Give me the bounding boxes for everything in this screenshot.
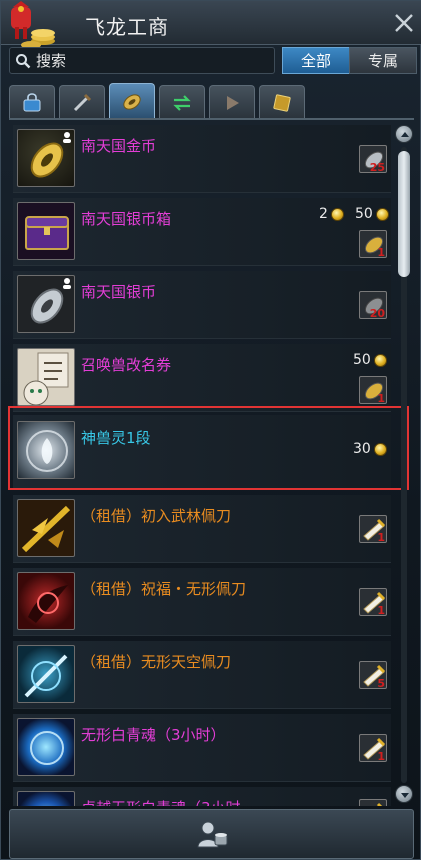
price-value: 50 — [355, 206, 373, 222]
tab-weapon[interactable] — [59, 85, 105, 119]
item-name: （租借）无形天空佩刀 — [81, 653, 232, 671]
copper-coin-cost-icon: 20 — [359, 291, 387, 319]
soul-orb-icon — [17, 718, 75, 776]
gold-coin-cost-icon: 1 — [359, 376, 387, 404]
silver-chest-icon — [17, 202, 75, 260]
chevron-down-icon — [401, 793, 409, 798]
list-item[interactable]: （租借）祝福・无形佩刀 1 — [9, 566, 391, 638]
title-bar[interactable]: 飞龙工商 — [1, 1, 421, 49]
cost-quantity: 1 — [377, 246, 385, 258]
tab-ticket[interactable] — [259, 85, 305, 119]
cost-quantity: 20 — [369, 307, 385, 319]
rename-ticket-icon — [17, 348, 75, 406]
gold-coin-icon — [375, 207, 389, 221]
cost-quantity: 1 — [377, 531, 385, 543]
category-tabs — [9, 83, 309, 119]
blessing-blade-icon — [17, 572, 75, 630]
scroll-voucher-icon: 1 — [359, 588, 387, 616]
exchange-icon — [173, 94, 191, 111]
price-value: 50 — [353, 352, 371, 368]
shop-logo-icon — [5, 1, 65, 53]
weapon-icon — [73, 93, 92, 111]
scrollbar[interactable] — [395, 125, 413, 805]
list-item[interactable]: 南天国金币 25 — [9, 123, 391, 195]
item-name: （租借）祝福・无形佩刀 — [81, 580, 247, 598]
scroll-down-button[interactable] — [395, 785, 413, 803]
gold-coin-icon — [373, 442, 387, 456]
list-item[interactable]: （租借）无形天空佩刀 5 — [9, 639, 391, 711]
tab-currency[interactable] — [109, 83, 155, 119]
list-item[interactable]: 召唤兽改名券 50 1 — [9, 342, 391, 414]
person-icon — [63, 278, 71, 289]
search-box[interactable] — [9, 47, 275, 74]
item-name: 卓越无形白青魂（3小时 — [81, 797, 241, 806]
item-name: 南天国银币箱 — [81, 210, 172, 228]
list-item[interactable]: 南天国银币箱 2 50 1 — [9, 196, 391, 268]
bag-icon — [23, 92, 41, 111]
tab-exchange[interactable] — [159, 85, 205, 119]
scroll-voucher-icon: 1 — [359, 734, 387, 762]
sky-blade-icon — [17, 645, 75, 703]
item-name: 神兽灵1段 — [81, 429, 151, 447]
purchase-button[interactable] — [9, 809, 414, 859]
soul-orb-icon — [17, 791, 75, 806]
item-name: （租借）初入武林佩刀 — [81, 507, 232, 525]
price-value: 2 — [319, 206, 328, 222]
golden-dragon-blade-icon — [17, 499, 75, 557]
scroll-voucher-icon — [359, 799, 387, 806]
close-icon — [395, 14, 413, 32]
tabs-divider — [9, 118, 414, 120]
tab-play[interactable] — [209, 85, 255, 119]
scroll-voucher-icon: 5 — [359, 661, 387, 689]
cost-quantity: 1 — [377, 604, 385, 616]
price-value: 30 — [353, 441, 371, 457]
item-name: 无形白青魂（3小时） — [81, 726, 226, 744]
beast-spirit-icon — [17, 421, 75, 479]
gold-coin-icon — [330, 207, 344, 221]
list-item[interactable]: 无形白青魂（3小时） 1 — [9, 712, 391, 784]
price-silver: 50 — [353, 352, 387, 368]
gold-coin-icon — [17, 129, 75, 187]
ticket-icon — [273, 93, 291, 112]
tab-shop-bag[interactable] — [9, 85, 55, 119]
list-item[interactable]: 卓越无形白青魂（3小时 — [9, 785, 391, 806]
play-icon — [227, 95, 239, 110]
coin-icon — [123, 93, 141, 110]
price-silver: 30 — [353, 441, 387, 457]
silver-coin-icon — [17, 275, 75, 333]
price-gold: 2 — [319, 206, 344, 222]
close-button[interactable] — [392, 11, 416, 35]
silver-coin-cost-icon: 25 — [359, 145, 387, 173]
shop-window: 飞龙工商 全部 专属 — [0, 0, 421, 860]
search-icon — [16, 54, 31, 69]
merchant-icon — [196, 821, 227, 848]
cost-quantity: 25 — [369, 161, 385, 173]
item-name: 南天国金币 — [81, 137, 157, 155]
cost-quantity: 1 — [377, 392, 385, 404]
list-item[interactable]: 南天国银币 20 — [9, 269, 391, 341]
window-title: 飞龙工商 — [85, 15, 169, 39]
scroll-thumb[interactable] — [398, 151, 410, 277]
price-silver: 50 — [355, 206, 389, 222]
list-item-selected[interactable]: 神兽灵1段 30 — [9, 413, 391, 491]
scroll-voucher-icon: 1 — [359, 515, 387, 543]
search-input[interactable] — [36, 50, 266, 72]
gold-coin-icon — [373, 353, 387, 367]
filter-exclusive-button[interactable]: 专属 — [349, 47, 417, 74]
scroll-up-button[interactable] — [395, 125, 413, 143]
filter-all-button[interactable]: 全部 — [282, 47, 350, 74]
person-icon — [63, 132, 71, 143]
gold-coin-cost-icon: 1 — [359, 230, 387, 258]
list-item[interactable]: （租借）初入武林佩刀 1 — [9, 493, 391, 565]
item-list[interactable]: 南天国金币 25 南天国银币箱 2 50 1 南天国银币 20 召唤兽改名券 5… — [9, 121, 391, 806]
item-name: 召唤兽改名券 — [81, 356, 172, 374]
cost-quantity: 1 — [377, 750, 385, 762]
cost-quantity: 5 — [377, 677, 385, 689]
chevron-up-icon — [401, 132, 409, 137]
item-name: 南天国银币 — [81, 283, 157, 301]
